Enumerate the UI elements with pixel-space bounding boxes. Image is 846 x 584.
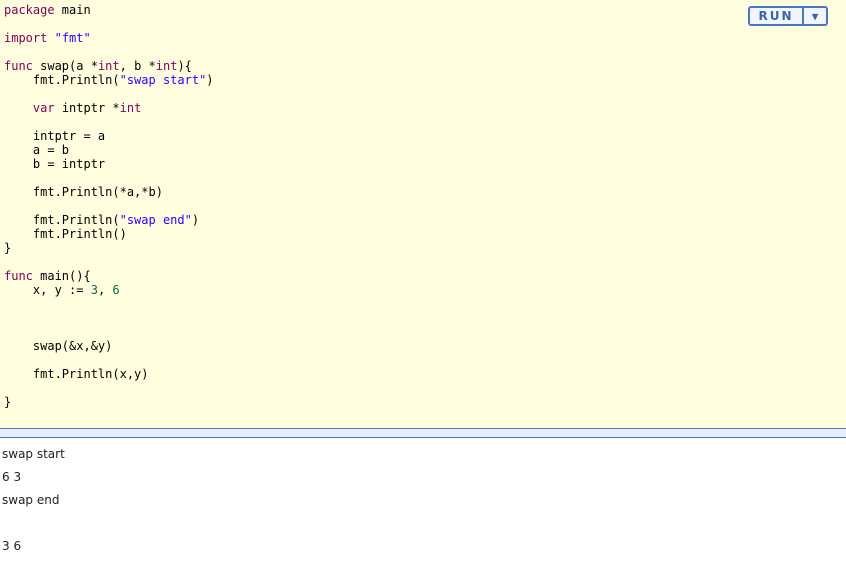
code-token: int [97,59,120,73]
code-editor[interactable]: package main import "fmt" func swap(a *int… [0,0,846,428]
output-console: swap start 6 3 swap end 3 6 [2,446,65,561]
code-token: b = intptr [4,157,106,171]
code-token: "swap start" [119,73,207,87]
code-line: x, y := 3, 6 [4,283,214,297]
code-token: "swap end" [119,213,192,227]
code-token: int [155,59,178,73]
output-line: 6 3 [2,470,22,484]
code-token: ) [206,73,214,87]
output-line: swap end [2,493,60,507]
code-token: fmt.Println( [4,213,120,227]
code-token: fmt.Println( [4,73,120,87]
code-token: ){ [177,59,192,73]
code-token: } [4,241,12,255]
run-button-group: RUN ▼ [748,6,828,26]
code-line: fmt.Println(x,y) [4,367,214,381]
code-line: } [4,395,214,409]
code-line: a = b [4,143,214,157]
code-token: main(){ [32,269,91,283]
code-token: fmt.Println(x,y) [4,367,149,381]
code-line: fmt.Println("swap end") [4,213,214,227]
code-token: swap(a * [32,59,98,73]
code-line: fmt.Println(*a,*b) [4,185,214,199]
code-area[interactable]: package main import "fmt" func swap(a *int… [4,3,214,409]
code-line: package main [4,3,214,17]
code-line: func main(){ [4,269,214,283]
code-token: } [4,395,12,409]
code-line: swap(&x,&y) [4,339,214,353]
code-line: import "fmt" [4,31,214,45]
code-line: var intptr *int [4,101,214,115]
code-token: intptr = a [4,129,106,143]
code-token: , [97,283,113,297]
pane-splitter[interactable] [0,428,846,438]
code-token: 6 [112,283,120,297]
code-line: func swap(a *int, b *int){ [4,59,214,73]
code-token: package [4,3,55,17]
output-line: 3 6 [2,539,22,553]
code-token: x, y := [4,283,91,297]
run-button[interactable]: RUN [750,8,804,24]
code-token: int [119,101,142,115]
code-token: swap(&x,&y) [4,339,113,353]
code-token: func [4,269,33,283]
code-token: var [32,101,55,115]
code-token: func [4,59,33,73]
code-token: intptr * [54,101,120,115]
code-token: , b * [119,59,156,73]
code-line: intptr = a [4,129,214,143]
code-token: import [4,31,48,45]
chevron-down-icon[interactable]: ▼ [804,8,826,24]
code-line: fmt.Println("swap start") [4,73,214,87]
output-line: swap start [2,447,65,461]
code-token: a = b [4,143,70,157]
code-line: fmt.Println() [4,227,214,241]
code-token: 3 [90,283,98,297]
code-token: fmt.Println(*a,*b) [4,185,163,199]
code-token: ) [191,213,200,227]
code-token: fmt.Println() [4,227,127,241]
code-line: b = intptr [4,157,214,171]
code-token: "fmt" [54,31,91,45]
code-line: } [4,241,214,255]
code-token: main [54,3,91,17]
